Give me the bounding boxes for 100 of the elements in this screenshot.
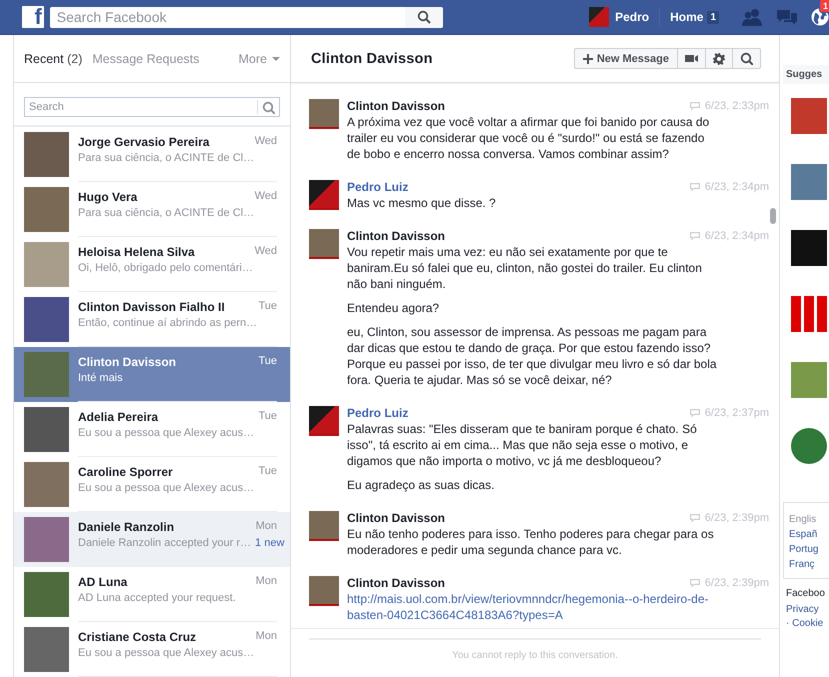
message-snippet: Oi, Helô, obrigado pelo comentári… [78, 262, 253, 274]
message-snippet: AD Luna accepted your request. [78, 592, 236, 604]
language-link[interactable]: Portug [789, 543, 829, 557]
message-text: Palavras suas: "Eles disseram que te baniram porque é chato. Só isso", tá escrito ai em cima... Mas que não seja esse o motivo, e digamos que não importa o motivo, vc já me desbloqueou? [347, 421, 698, 469]
message-text: Mas vc mesmo que disse. ? [347, 195, 497, 211]
message-snippet: Para sua ciência, o ACINTE de Cl… [78, 207, 254, 219]
footer-link[interactable]: Faceboo [786, 587, 829, 601]
speech-bubble-icon [690, 408, 700, 418]
photo-placeholder [791, 296, 827, 332]
avatar-photo [309, 99, 339, 129]
speech-bubble-icon [690, 578, 700, 588]
contact-name: Cristiane Costa Cruz [78, 630, 196, 644]
search-field[interactable]: Search Facebook [50, 6, 406, 28]
scrollbar-thumb[interactable] [770, 208, 776, 224]
message-time: Wed [254, 190, 277, 204]
contact-name: Clinton Davisson [78, 355, 176, 369]
message-time: 6/23, 2:34pm [704, 230, 769, 242]
search-icon [417, 10, 432, 24]
conversation-item[interactable]: Jorge Gervasio Pereira Wed Para sua ciência, o ACINTE de Cl… [14, 127, 290, 182]
reply-disabled-notice: You cannot reply to this conversation. [451, 650, 619, 661]
avatar-photo [24, 572, 69, 617]
facebook-logo[interactable]: f [22, 6, 44, 28]
conversation-title: Clinton Davisson [311, 50, 433, 66]
search-icon [740, 52, 753, 65]
conversation-item[interactable]: Adelia Pereira Tue Eu sou a pessoa que Alexey acus… [14, 402, 290, 457]
contact-name: Hugo Vera [78, 190, 138, 204]
avatar-photo [24, 517, 69, 562]
contact-name: Clinton Davisson Fialho II [78, 300, 225, 314]
message-time: Tue [258, 410, 277, 424]
conversation-item[interactable]: Cristiane Costa Cruz Mon Eu sou a pessoa que Alexey acus… [14, 622, 290, 677]
conversation-item[interactable]: AD Luna Mon AD Luna accepted your request. [14, 567, 290, 622]
conversation-item[interactable]: Clinton Davisson Fialho II Tue Então, continue aí abrindo as pern… [14, 292, 290, 347]
language-link[interactable]: Españ [789, 528, 829, 542]
avatar-photo [24, 297, 69, 342]
home-count-badge: 1 [707, 10, 719, 24]
sender-name[interactable]: Clinton Davisson [347, 576, 446, 590]
sender-name[interactable]: Clinton Davisson [347, 99, 446, 113]
sender-name[interactable]: Clinton Davisson [347, 229, 446, 243]
message-time: 6/23, 2:33pm [704, 100, 769, 112]
footer-link[interactable]: · Cookie [786, 617, 829, 631]
avatar-photo [24, 462, 69, 507]
new-count: 1 new [255, 537, 284, 549]
message-time: Tue [258, 355, 277, 369]
message-time: 6/23, 2:39pm [704, 577, 769, 589]
caret-icon [272, 56, 280, 60]
language-link[interactable]: Franç [789, 558, 829, 572]
user-name-link[interactable]: Pedro [615, 10, 650, 24]
conversation-item[interactable]: Heloisa Helena Silva Wed Oi, Helô, obrigado pelo comentári… [14, 237, 290, 292]
search-button[interactable] [405, 6, 444, 28]
avatar-photo [24, 352, 69, 397]
message-time: Wed [254, 135, 277, 149]
footer-link[interactable]: Privacy [786, 603, 829, 617]
message-time: 6/23, 2:39pm [704, 512, 769, 524]
photo-placeholder [791, 428, 827, 464]
avatar-photo [24, 407, 69, 452]
message-snippet: Para sua ciência, o ACINTE de Cl… [78, 152, 254, 164]
avatar-photo [589, 7, 610, 27]
message-snippet: Inté mais [78, 372, 123, 384]
message-time: 6/23, 2:34pm [704, 181, 769, 193]
avatar-photo [24, 187, 69, 232]
suggestions-header: Sugges [783, 65, 829, 84]
contact-name: Jorge Gervasio Pereira [78, 135, 210, 149]
search-icon[interactable] [262, 100, 275, 114]
message-text: Eu agradeço as suas dicas. [347, 477, 496, 493]
message-snippet: Então, continue aí abrindo as pern… [78, 317, 258, 329]
notification-badge: 1 [818, 0, 829, 13]
video-camera-icon [685, 54, 698, 63]
avatar-photo [309, 180, 339, 210]
message-text: eu, Clinton, sou assessor de imprensa. As pessoas me pagam para dar dicas que estou te dando de graça. Por que estou fazendo isso? Porque eu passei por isso, de ter que divulgar meu livro e só dar bola fora. Queria te ajudar. Mas só se você deixar, né? [347, 324, 718, 388]
avatar-photo [309, 511, 339, 541]
tab[interactable]: Recent (2) [24, 52, 82, 66]
avatar-photo [309, 229, 339, 259]
sender-name[interactable]: Clinton Davisson [347, 511, 446, 525]
message-time: Tue [258, 300, 277, 314]
conversation-item[interactable]: Hugo Vera Wed Para sua ciência, o ACINTE de Cl… [14, 182, 290, 237]
message-time: Tue [258, 465, 277, 479]
message-link[interactable]: http://mais.uol.com.br/view/teriovmnndcr/hegemonia--o-herdeiro-de-basten-04021C3664C48183A6?types=A [347, 591, 719, 623]
sender-name[interactable]: Pedro Luiz [347, 406, 408, 420]
conversation-item[interactable]: Clinton Davisson Tue Inté mais [14, 347, 290, 402]
conversation-item[interactable]: Daniele Ranzolin Mon Daniele Ranzolin accepted your r… 1 new [14, 512, 290, 567]
conversation-item[interactable]: Caroline Sporrer Tue Eu sou a pessoa que Alexey acus… [14, 457, 290, 512]
speech-bubble-icon [690, 182, 700, 192]
message-snippet: Eu sou a pessoa que Alexey acus… [78, 427, 254, 439]
message-text: Eu não tenho poderes para isso. Tenho poderes para chegar para os moderadores e pedir uma segunda chance para vc. [347, 526, 715, 558]
avatar-photo [309, 406, 339, 436]
message-time: Mon [256, 575, 277, 589]
avatar-photo [309, 576, 339, 606]
message-time: Mon [256, 630, 277, 644]
message-time: Wed [254, 245, 277, 259]
home-link[interactable]: Home 1 [670, 10, 719, 24]
settings-icon [713, 52, 725, 64]
sender-name[interactable]: Pedro Luiz [347, 180, 408, 194]
home-label: Home [670, 10, 704, 24]
contact-name: Heloisa Helena Silva [78, 245, 195, 259]
message-snippet: Eu sou a pessoa que Alexey acus… [78, 647, 254, 659]
message-snippet: Eu sou a pessoa que Alexey acus… [78, 482, 254, 494]
search-field[interactable]: Search [24, 97, 280, 117]
avatar-photo [24, 242, 69, 287]
avatar-photo [24, 627, 69, 672]
contact-name: Adelia Pereira [78, 410, 158, 424]
